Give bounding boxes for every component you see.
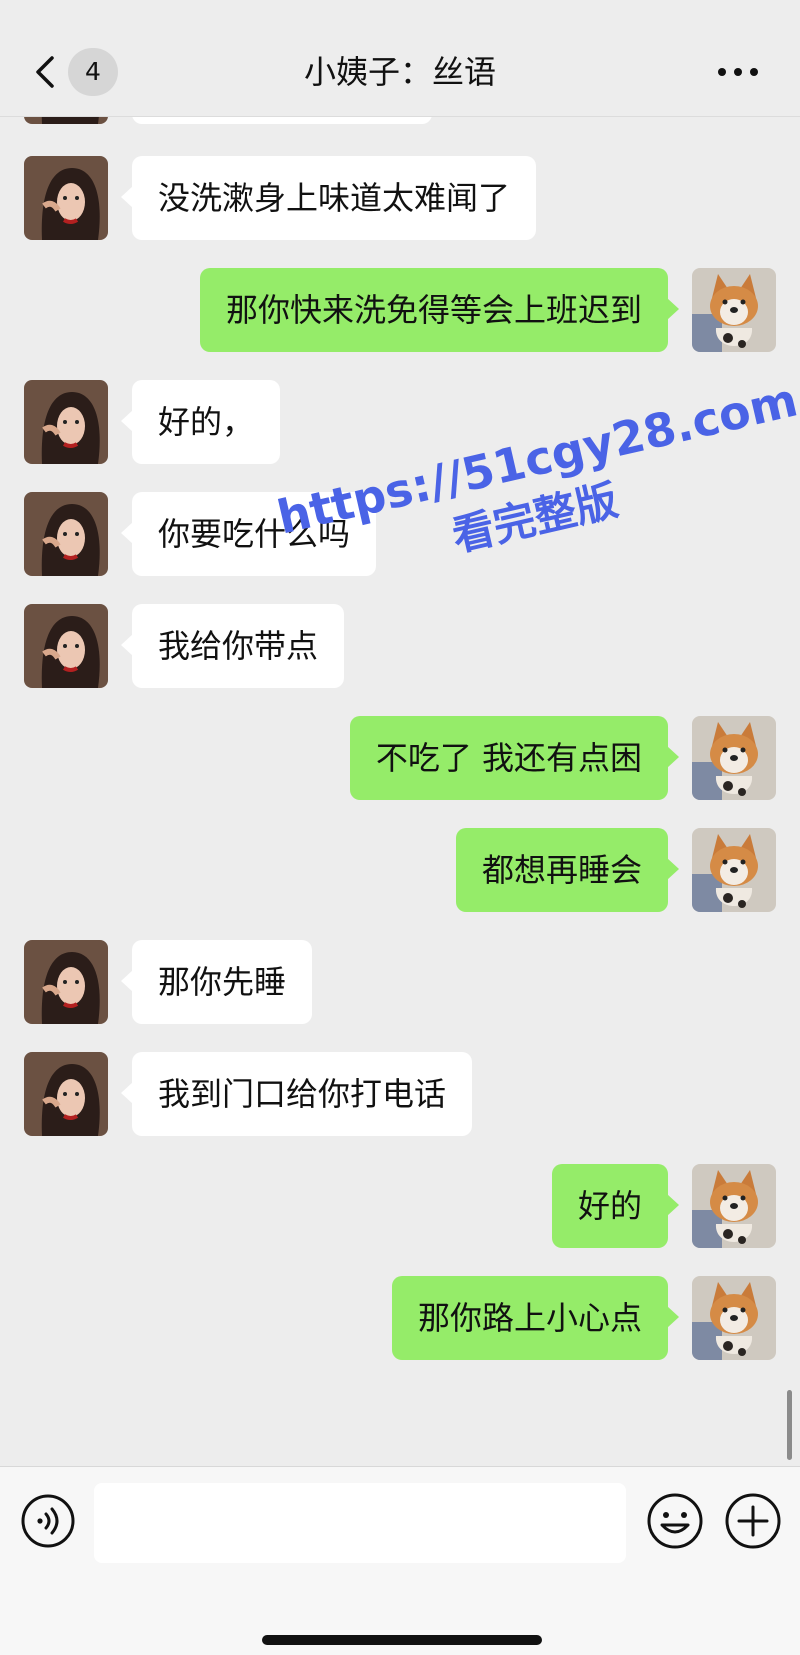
self-avatar[interactable] bbox=[692, 268, 776, 352]
sent-message-bubble[interactable]: 好的 bbox=[551, 1164, 680, 1248]
contact-avatar[interactable] bbox=[24, 492, 108, 576]
received-message-bubble[interactable]: 那你先睡 bbox=[120, 940, 313, 1024]
sent-message-bubble[interactable]: 那你快来洗免得等会上班迟到 bbox=[199, 268, 680, 352]
self-avatar[interactable] bbox=[692, 828, 776, 912]
received-message-bubble[interactable]: 没洗漱身上味道太难闻了 bbox=[120, 156, 537, 240]
self-avatar[interactable] bbox=[692, 716, 776, 800]
contact-avatar[interactable] bbox=[24, 156, 108, 240]
sent-message-bubble[interactable]: 不吃了 我还有点困 bbox=[349, 716, 680, 800]
contact-avatar[interactable] bbox=[24, 1052, 108, 1136]
message-row: 你要吃什么吗 bbox=[0, 492, 800, 578]
self-avatar[interactable] bbox=[692, 1276, 776, 1360]
contact-avatar[interactable] bbox=[24, 604, 108, 688]
message-row: 不吃了 我还有点困 bbox=[0, 716, 800, 802]
self-avatar[interactable] bbox=[692, 1164, 776, 1248]
sent-message-bubble[interactable]: 那你路上小心点 bbox=[391, 1276, 680, 1360]
message-row: 都想再睡会 bbox=[0, 828, 800, 914]
plus-icon bbox=[725, 1493, 781, 1549]
message-list[interactable]: 没洗漱身上味道太难闻了 那你快来洗免得等会上班迟到 好的， 你要吃什么吗 我给你… bbox=[0, 0, 800, 1466]
more-functions-button[interactable] bbox=[723, 1491, 783, 1551]
input-bar bbox=[0, 1466, 800, 1655]
message-row: 那你先睡 bbox=[0, 940, 800, 1026]
message-row: 那你路上小心点 bbox=[0, 1276, 800, 1362]
message-row: 没洗漱身上味道太难闻了 bbox=[0, 156, 800, 242]
chat-header: 4 小姨子：丝语 bbox=[0, 0, 800, 117]
contact-avatar[interactable] bbox=[24, 380, 108, 464]
message-input[interactable] bbox=[94, 1483, 626, 1563]
emoji-icon bbox=[647, 1493, 703, 1549]
message-row: 我给你带点 bbox=[0, 604, 800, 690]
voice-button[interactable] bbox=[20, 1493, 76, 1549]
voice-icon bbox=[21, 1494, 75, 1548]
message-row: 好的， bbox=[0, 380, 800, 466]
scrollbar[interactable] bbox=[787, 1390, 792, 1460]
home-indicator[interactable] bbox=[262, 1635, 542, 1645]
contact-avatar[interactable] bbox=[24, 940, 108, 1024]
more-dots-icon bbox=[718, 68, 758, 76]
more-button[interactable] bbox=[716, 58, 760, 86]
emoji-button[interactable] bbox=[645, 1491, 705, 1551]
received-message-bubble[interactable]: 我到门口给你打电话 bbox=[120, 1052, 473, 1136]
chat-title: 小姨子：丝语 bbox=[303, 53, 496, 91]
message-row: 我到门口给你打电话 bbox=[0, 1052, 800, 1138]
received-message-bubble[interactable]: 好的， bbox=[120, 380, 281, 464]
received-message-bubble[interactable]: 你要吃什么吗 bbox=[120, 492, 377, 576]
received-message-bubble[interactable]: 我给你带点 bbox=[120, 604, 345, 688]
sent-message-bubble[interactable]: 都想再睡会 bbox=[455, 828, 680, 912]
message-row: 那你快来洗免得等会上班迟到 bbox=[0, 268, 800, 354]
message-row: 好的 bbox=[0, 1164, 800, 1250]
